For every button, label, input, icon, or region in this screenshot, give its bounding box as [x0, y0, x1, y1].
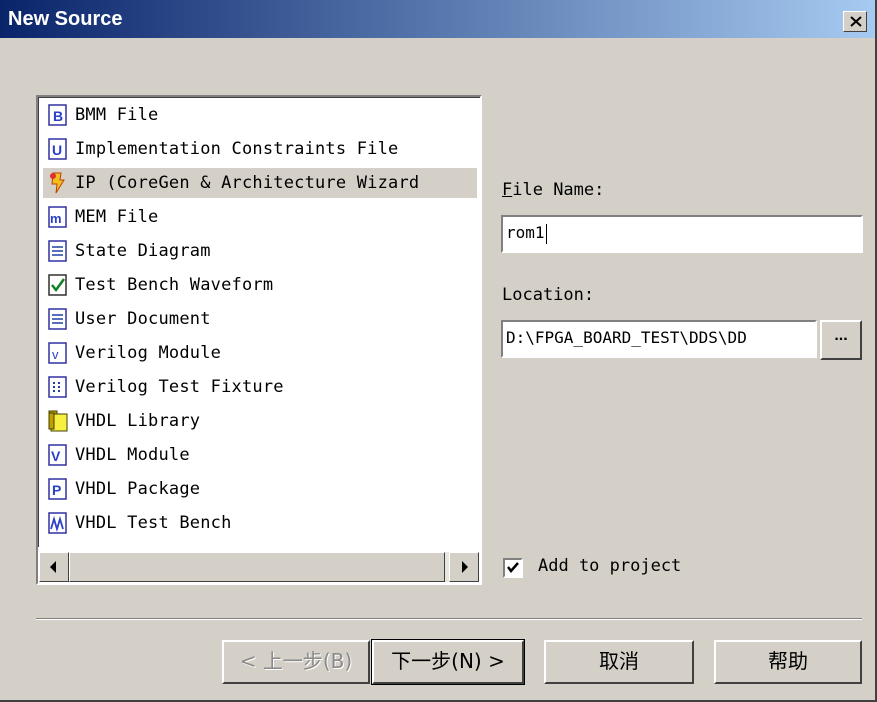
svg-text:v: v [52, 347, 59, 362]
list-item-verilog-module[interactable]: v Verilog Module [47, 338, 477, 368]
back-button[interactable]: < 上一步(B) [222, 640, 370, 684]
list-item-vhdl-library[interactable]: VHDL Library [47, 406, 477, 436]
window-title: New Source [8, 8, 123, 30]
scroll-right-button[interactable] [449, 552, 479, 582]
vhdl-package-icon: P [48, 478, 67, 500]
next-button[interactable]: 下一步(N) > [371, 639, 525, 685]
cancel-button[interactable]: 取消 [544, 640, 694, 684]
mem-file-icon: m [48, 206, 67, 228]
scroll-left-button[interactable] [39, 552, 69, 582]
scroll-thumb[interactable] [69, 552, 445, 582]
arrow-right-icon [462, 561, 468, 573]
arrow-left-icon [50, 561, 56, 573]
test-bench-waveform-icon [48, 274, 67, 296]
file-name-input[interactable]: rom1 [501, 215, 863, 253]
text-caret [545, 223, 547, 244]
browse-button[interactable]: ... [820, 320, 862, 360]
checkmark-icon [507, 562, 519, 573]
list-item-user-document[interactable]: User Document [47, 304, 477, 334]
vhdl-test-bench-icon [48, 512, 67, 534]
svg-text:U: U [52, 142, 62, 158]
state-diagram-icon [48, 240, 67, 262]
constraints-file-icon: U [48, 138, 67, 160]
file-name-label: File Name: [502, 180, 605, 200]
list-item-mem-file[interactable]: m MEM File [47, 202, 477, 232]
source-type-list[interactable]: B BMM File U Implementation Constraints … [36, 95, 482, 585]
location-label: Location: [502, 285, 595, 305]
svg-text:P: P [52, 482, 61, 498]
list-item-vhdl-test-bench[interactable]: VHDL Test Bench [47, 508, 477, 538]
list-item-ip-coregen[interactable]: IP (CoreGen & Architecture Wizard [43, 168, 477, 198]
close-icon [850, 16, 862, 27]
svg-text:B: B [53, 108, 63, 124]
ip-wizard-icon [50, 172, 65, 194]
title-bar[interactable]: New Source [0, 0, 875, 38]
svg-text:m: m [50, 211, 62, 226]
bmm-file-icon: B [48, 104, 67, 126]
vhdl-library-icon [48, 410, 68, 432]
list-item-verilog-test-fixture[interactable]: Verilog Test Fixture [47, 372, 477, 402]
verilog-module-icon: v [48, 342, 67, 364]
list-item-test-bench-waveform[interactable]: Test Bench Waveform [47, 270, 477, 300]
list-item-bmm-file[interactable]: B BMM File [47, 100, 477, 130]
help-button[interactable]: 帮助 [714, 640, 862, 684]
horizontal-scrollbar[interactable] [39, 552, 479, 582]
verilog-test-fixture-icon [48, 376, 67, 398]
svg-text:V: V [51, 448, 61, 464]
location-input[interactable]: D:\FPGA_BOARD_TEST\DDS\DD [501, 320, 817, 358]
new-source-dialog: New Source B BMM File U Implementation C… [0, 0, 877, 702]
user-document-icon [48, 308, 67, 330]
list-item-implementation-constraints-file[interactable]: U Implementation Constraints File [47, 134, 477, 164]
separator [36, 618, 862, 620]
list-item-vhdl-module[interactable]: V VHDL Module [47, 440, 477, 470]
source-type-list-items: B BMM File U Implementation Constraints … [38, 97, 480, 547]
add-to-project-label: Add to project [538, 556, 682, 576]
close-button[interactable] [843, 11, 867, 32]
vhdl-module-icon: V [48, 444, 67, 466]
list-item-vhdl-package[interactable]: P VHDL Package [47, 474, 477, 504]
list-item-state-diagram[interactable]: State Diagram [47, 236, 477, 266]
add-to-project-checkbox[interactable] [503, 558, 523, 578]
